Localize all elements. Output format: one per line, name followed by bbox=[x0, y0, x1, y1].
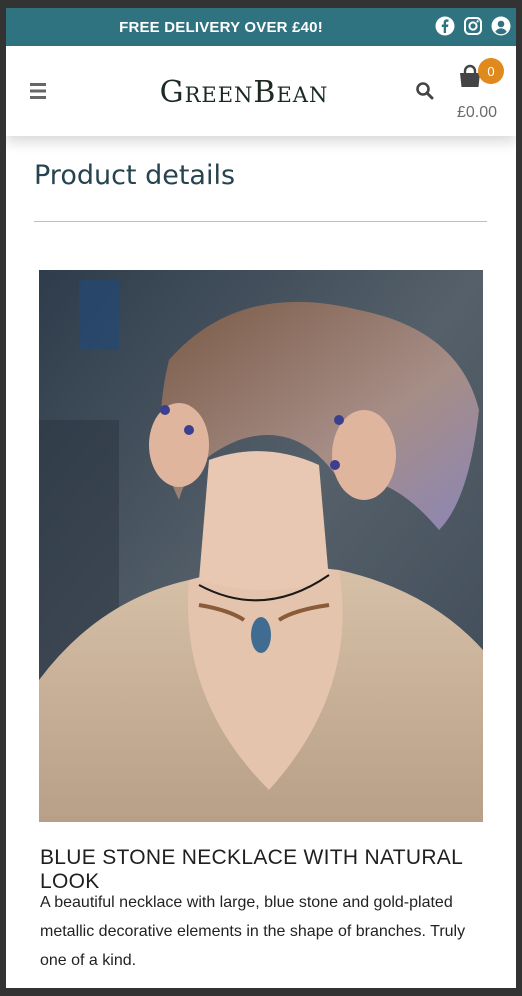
cart-count-badge: 0 bbox=[478, 58, 504, 84]
instagram-icon[interactable] bbox=[462, 15, 484, 37]
facebook-icon[interactable] bbox=[434, 15, 456, 37]
site-header: GreenBean 0 £0.00 bbox=[6, 46, 516, 136]
product-name: BLUE STONE NECKLACE WITH NATURAL LOOK bbox=[40, 846, 463, 893]
page-title: Product details bbox=[34, 160, 236, 191]
title-divider bbox=[34, 221, 487, 222]
search-icon[interactable] bbox=[414, 80, 436, 102]
cart-total[interactable]: £0.00 bbox=[446, 104, 508, 124]
menu-icon[interactable] bbox=[28, 80, 50, 102]
site-logo[interactable]: GreenBean bbox=[156, 70, 332, 114]
page-frame: FREE DELIVERY OVER £40! GreenBean 0 £0.0… bbox=[6, 8, 516, 988]
promo-banner-text: FREE DELIVERY OVER £40! bbox=[119, 18, 323, 36]
user-icon[interactable] bbox=[490, 15, 512, 37]
product-description: A beautiful necklace with large, blue st… bbox=[40, 894, 466, 969]
product-image[interactable] bbox=[39, 270, 483, 822]
promo-banner: FREE DELIVERY OVER £40! bbox=[6, 8, 516, 46]
